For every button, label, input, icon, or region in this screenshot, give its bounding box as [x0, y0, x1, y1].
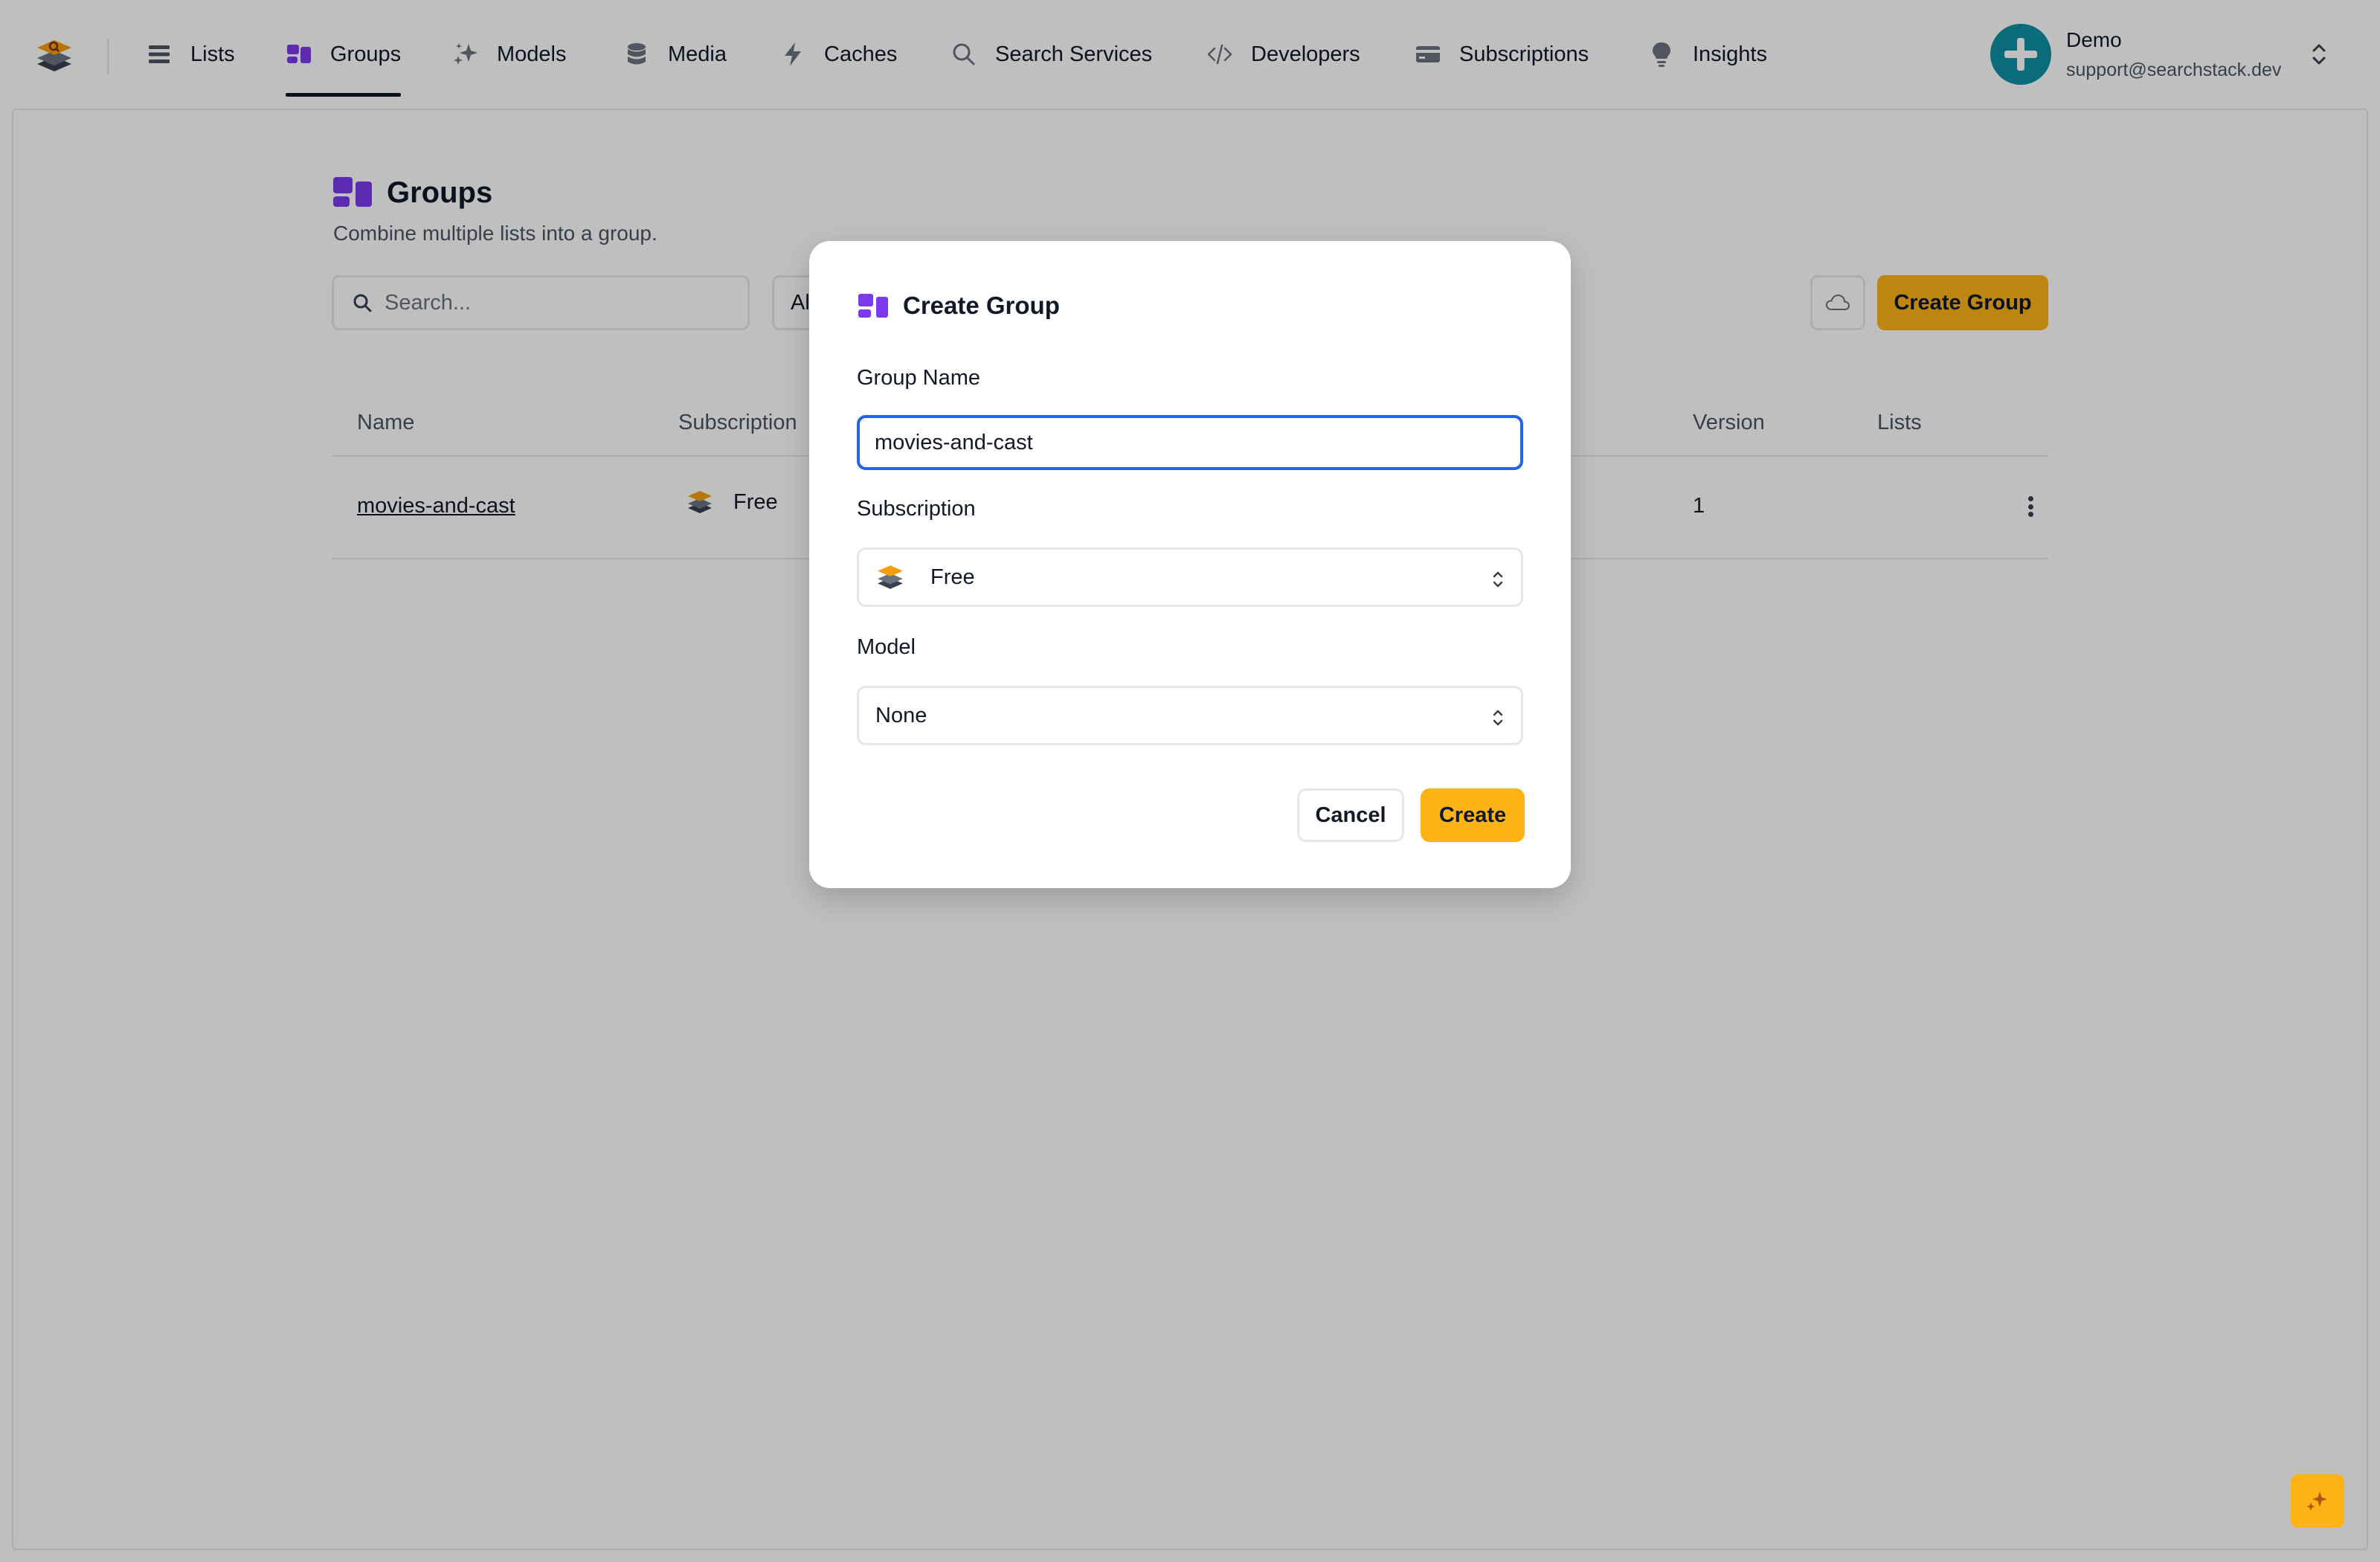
cancel-button[interactable]: Cancel [1297, 788, 1404, 842]
model-label: Model [857, 635, 916, 659]
dialog-title-text: Create Group [903, 292, 1060, 319]
create-group-dialog: Create Group Group Name Subscription Fre… [809, 241, 1571, 888]
group-name-input[interactable] [857, 415, 1523, 470]
groups-icon [858, 294, 888, 318]
chevron-up-down-icon [1493, 710, 1503, 726]
create-button[interactable]: Create [1421, 788, 1525, 842]
chevron-up-down-icon [1493, 571, 1503, 588]
model-select-value: None [875, 703, 927, 727]
dialog-title: Create Group [857, 292, 1060, 320]
sparkles-icon [2306, 1491, 2327, 1511]
subscription-select-value: Free [930, 565, 975, 589]
model-select[interactable]: None [857, 686, 1523, 745]
subscription-select[interactable]: Free [857, 547, 1523, 607]
assistant-button[interactable] [2291, 1474, 2344, 1528]
group-name-label: Group Name [857, 366, 981, 390]
subscription-label: Subscription [857, 497, 976, 521]
searchstack-logo-icon [878, 565, 903, 589]
